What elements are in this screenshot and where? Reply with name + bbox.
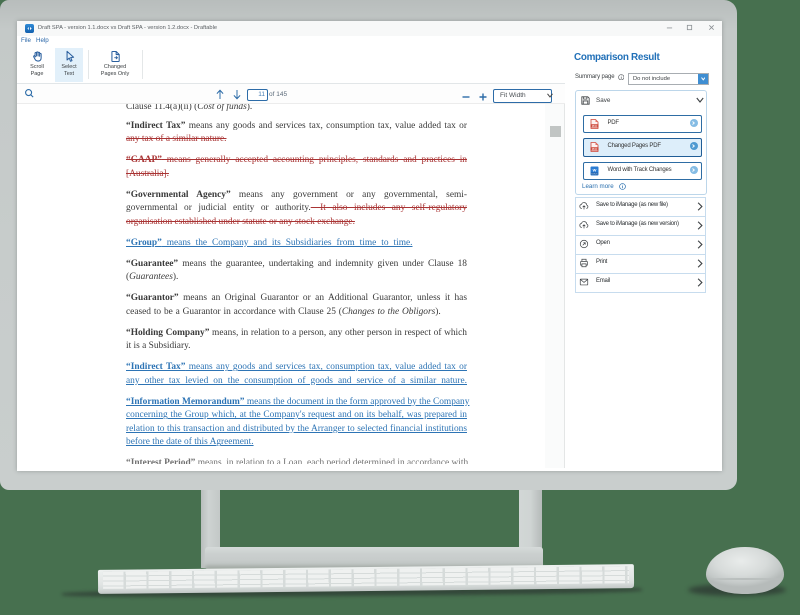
- svg-text:PDF: PDF: [591, 123, 597, 127]
- svg-text:PDF: PDF: [591, 147, 597, 151]
- svg-text:W: W: [592, 167, 596, 172]
- svg-text:DOCX: DOCX: [591, 173, 598, 175]
